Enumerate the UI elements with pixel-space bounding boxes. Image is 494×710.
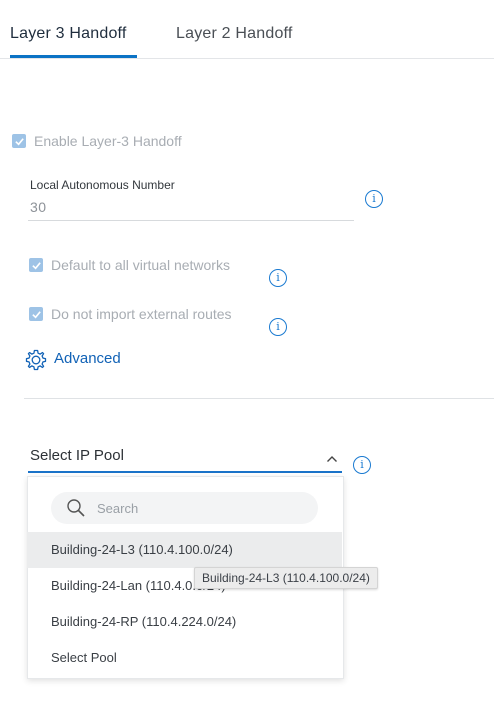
info-icon[interactable]: i (353, 456, 371, 474)
autonomous-number-underline (28, 220, 354, 221)
dropdown-option[interactable]: Building-24-RP (110.4.224.0/24) (27, 604, 342, 640)
search-placeholder: Search (97, 501, 139, 516)
info-icon[interactable]: i (269, 269, 287, 287)
search-input[interactable] (51, 492, 318, 524)
autonomous-number-label: Local Autonomous Number (30, 178, 175, 192)
tab-layer3-handoff[interactable]: Layer 3 Handoff (10, 25, 127, 43)
autonomous-number-input[interactable]: 30 (30, 199, 47, 215)
check-icon (14, 137, 24, 145)
chevron-up-icon[interactable] (326, 451, 338, 462)
tab-divider (0, 58, 494, 59)
no-import-label: Do not import external routes (51, 306, 232, 322)
enable-l3-label: Enable Layer-3 Handoff (34, 133, 182, 149)
no-import-checkbox[interactable] (29, 307, 43, 321)
option-tooltip: Building-24-L3 (110.4.100.0/24) (194, 567, 378, 589)
dropdown-option[interactable]: Building-24-L3 (110.4.100.0/24) (27, 532, 342, 568)
check-icon (31, 261, 41, 269)
advanced-link[interactable]: Advanced (54, 350, 121, 367)
check-icon (31, 310, 41, 318)
gear-icon[interactable] (24, 348, 48, 372)
ip-pool-underline (28, 471, 342, 473)
enable-l3-checkbox[interactable] (12, 134, 26, 148)
search-icon (66, 498, 86, 518)
ip-pool-select[interactable]: Select IP Pool (30, 447, 124, 464)
info-icon[interactable]: i (365, 190, 383, 208)
default-vn-label: Default to all virtual networks (51, 257, 230, 273)
section-divider (24, 398, 494, 399)
dropdown-option[interactable]: Select Pool (27, 640, 342, 676)
info-icon[interactable]: i (269, 318, 287, 336)
default-vn-checkbox[interactable] (29, 258, 43, 272)
tab-layer2-handoff[interactable]: Layer 2 Handoff (176, 25, 293, 43)
